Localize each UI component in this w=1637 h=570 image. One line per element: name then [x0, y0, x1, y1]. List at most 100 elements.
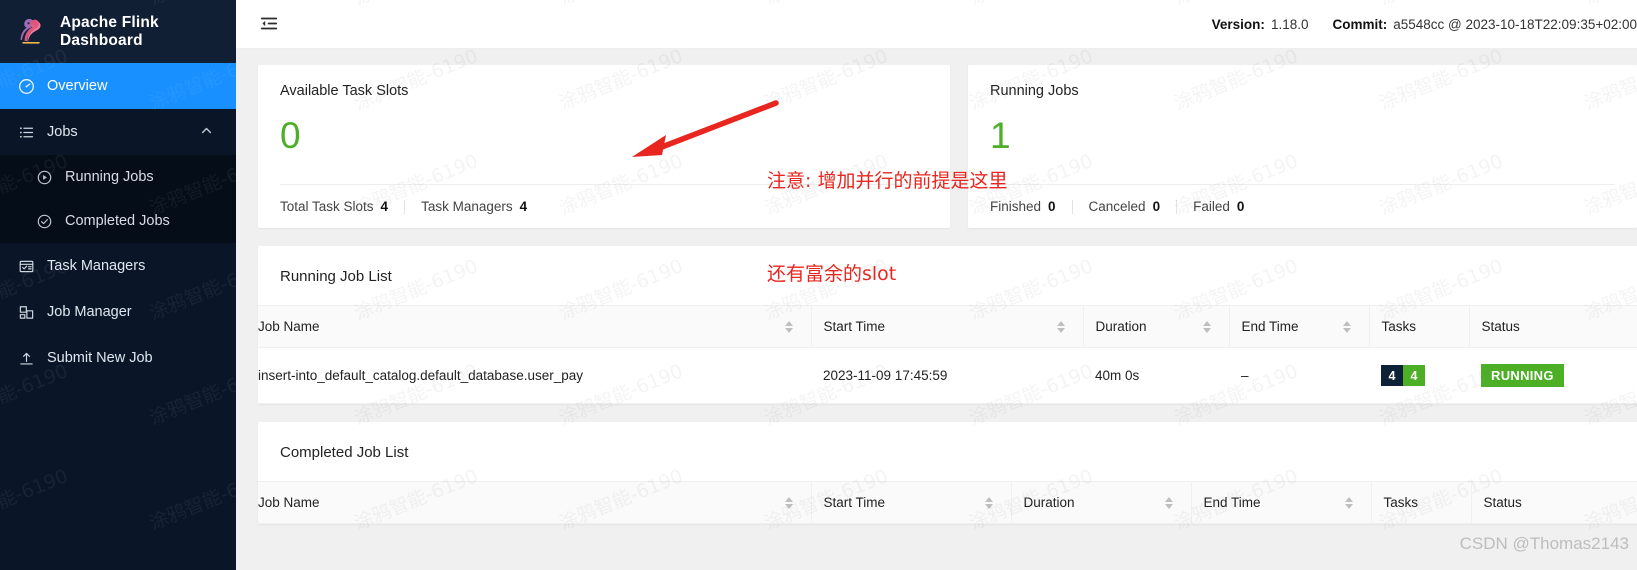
sidebar-item-running-jobs[interactable]: Running Jobs — [0, 155, 236, 199]
sort-icon[interactable] — [984, 496, 993, 509]
column-header-tasks: Tasks — [1370, 482, 1471, 524]
sidebar-item-label: Job Manager — [47, 304, 132, 320]
cell-duration: 40m 0s — [1083, 347, 1229, 404]
card-title: Running Jobs — [989, 83, 1079, 99]
task-manager-icon — [17, 257, 35, 275]
check-circle-icon — [35, 212, 53, 230]
divider — [1176, 199, 1178, 214]
brand-title: Apache Flink Dashboard — [60, 13, 159, 49]
column-header-end-time[interactable]: End Time — [1190, 482, 1371, 524]
completed-job-list-panel: Completed Job List Job Name Start Time D… — [258, 422, 1637, 524]
chevron-up-icon[interactable] — [200, 124, 216, 141]
stat-failed: Failed 0 — [1193, 199, 1244, 214]
list-icon — [17, 123, 35, 141]
sort-icon[interactable] — [1344, 496, 1353, 509]
sidebar-item-job-manager[interactable]: Job Manager — [0, 289, 236, 335]
cell-status: RUNNING — [1469, 347, 1637, 404]
running-jobs-value: 1 — [989, 115, 1011, 156]
tasks-running-badge: 4 — [1403, 365, 1425, 386]
summary-cards: Available Task Slots 0 Total Task Slots … — [258, 65, 1637, 228]
stat-value: 0 — [1152, 199, 1161, 214]
column-header-job-name[interactable]: Job Name — [258, 482, 811, 524]
column-label: End Time — [1203, 495, 1261, 510]
column-label: Tasks — [1383, 495, 1419, 510]
card-title: Available Task Slots — [280, 83, 409, 99]
card-footer: Finished 0 Canceled 0 Failed 0 — [989, 184, 1615, 228]
sidebar-item-submit-new-job[interactable]: Submit New Job — [0, 335, 236, 381]
sidebar: Apache Flink Dashboard Overview Jobs Run… — [0, 0, 236, 570]
stat-canceled: Canceled 0 — [1089, 199, 1161, 214]
tasks-badges: 4 4 — [1381, 365, 1425, 386]
stat-label: Task Managers — [421, 199, 513, 214]
column-header-duration[interactable]: Duration — [1010, 482, 1191, 524]
commit-label: Commit: — [1332, 16, 1388, 32]
column-label: Start Time — [823, 495, 886, 510]
stat-value: 4 — [380, 199, 389, 214]
stat-label: Finished — [989, 199, 1041, 214]
column-label: Job Name — [258, 319, 320, 334]
cell-tasks: 4 4 — [1369, 347, 1469, 404]
stat-task-managers: Task Managers 4 — [421, 199, 527, 214]
sort-icon[interactable] — [784, 320, 793, 333]
menu-fold-icon[interactable] — [250, 7, 288, 41]
content: Available Task Slots 0 Total Task Slots … — [236, 49, 1637, 570]
available-task-slots-value: 0 — [280, 115, 301, 156]
table-header-row: Job Name Start Time Duration End Time Ta… — [258, 306, 1637, 348]
play-circle-icon — [35, 168, 53, 186]
column-header-start-time[interactable]: Start Time — [810, 306, 1083, 348]
sidebar-item-label: Task Managers — [47, 258, 146, 274]
available-task-slots-card: Available Task Slots 0 Total Task Slots … — [258, 65, 950, 228]
sort-icon[interactable] — [1202, 320, 1211, 333]
table-header-row: Job Name Start Time Duration End Time Ta… — [258, 482, 1637, 524]
running-job-list-panel: Running Job List Job Name Start Time Dur… — [258, 246, 1637, 404]
upload-icon — [17, 349, 35, 367]
running-jobs-card: Running Jobs 1 Finished 0 Canceled 0 Fai… — [967, 65, 1637, 228]
sidebar-item-label: Overview — [47, 78, 108, 94]
column-label: Status — [1481, 319, 1520, 334]
divider — [1071, 199, 1073, 214]
panel-title: Running Job List — [258, 246, 1637, 306]
tasks-total-badge: 4 — [1381, 365, 1403, 386]
version-value: 1.18.0 — [1270, 16, 1309, 32]
sidebar-item-completed-jobs[interactable]: Completed Jobs — [0, 199, 236, 243]
sidebar-item-overview[interactable]: Overview — [0, 63, 236, 109]
column-header-status: Status — [1468, 306, 1637, 348]
column-header-duration[interactable]: Duration — [1082, 306, 1229, 348]
flink-squirrel-logo — [14, 15, 48, 49]
topbar: Version: 1.18.0 Commit: a5548cc @ 2023-1… — [236, 0, 1637, 49]
column-label: Duration — [1095, 319, 1147, 334]
column-header-job-name[interactable]: Job Name — [258, 306, 811, 348]
sidebar-item-label: Submit New Job — [47, 350, 153, 366]
cell-job-name[interactable]: insert-into_default_catalog.default_data… — [258, 347, 811, 404]
sidebar-nav: Overview Jobs Running Jobs Completed Job… — [0, 63, 236, 381]
sort-icon[interactable] — [1056, 320, 1065, 333]
sidebar-submenu-jobs: Running Jobs Completed Jobs — [0, 155, 236, 243]
column-label: Duration — [1023, 495, 1075, 510]
column-label: End Time — [1241, 319, 1299, 334]
sidebar-item-label: Running Jobs — [65, 169, 154, 185]
dashboard-icon — [17, 77, 35, 95]
job-manager-icon — [17, 303, 35, 321]
brand-header[interactable]: Apache Flink Dashboard — [0, 0, 236, 63]
sidebar-item-label: Completed Jobs — [65, 213, 170, 229]
sidebar-item-jobs[interactable]: Jobs — [0, 109, 236, 155]
divider — [404, 199, 406, 214]
column-header-start-time[interactable]: Start Time — [810, 482, 1011, 524]
flink-dashboard-app: Apache Flink Dashboard Overview Jobs Run… — [0, 0, 1637, 570]
sort-icon[interactable] — [1342, 320, 1351, 333]
column-header-status: Status — [1470, 482, 1637, 524]
sort-icon[interactable] — [1164, 496, 1173, 509]
stat-label: Canceled — [1088, 199, 1146, 214]
csdn-credit-watermark: CSDN @Thomas2143 — [1459, 534, 1629, 553]
table-row[interactable]: insert-into_default_catalog.default_data… — [258, 347, 1637, 404]
column-header-end-time[interactable]: End Time — [1228, 306, 1369, 348]
column-label: Tasks — [1381, 319, 1417, 334]
stat-value: 0 — [1236, 199, 1245, 214]
sidebar-item-task-managers[interactable]: Task Managers — [0, 243, 236, 289]
cell-start-time: 2023-11-09 17:45:59 — [811, 347, 1083, 404]
status-badge: RUNNING — [1481, 364, 1564, 387]
sort-icon[interactable] — [784, 496, 793, 509]
panel-title: Completed Job List — [258, 422, 1637, 482]
stat-finished: Finished 0 — [990, 199, 1056, 214]
stat-label: Failed — [1193, 199, 1230, 214]
